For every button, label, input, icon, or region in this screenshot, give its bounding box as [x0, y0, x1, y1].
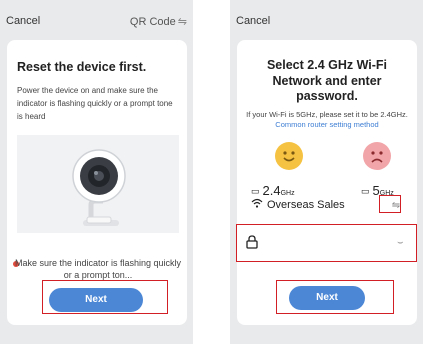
- wifi-icon: [251, 198, 263, 211]
- highlight-next-button: [42, 280, 168, 314]
- qr-code-label: QR Code: [129, 16, 176, 28]
- wifi-network-row[interactable]: Overseas Sales: [251, 198, 345, 211]
- top-bar: Cancel QR Code ⇋: [0, 0, 193, 40]
- band-24-value: 2.4: [262, 183, 281, 198]
- page-title: Reset the device first.: [17, 60, 147, 74]
- cancel-button[interactable]: Cancel: [236, 15, 270, 27]
- wifi-instructions: If your Wi-Fi is 5GHz, please set it to …: [241, 110, 413, 130]
- router-icon: ▭: [251, 186, 260, 196]
- wifi-instructions-text: If your Wi-Fi is 5GHz, please set it to …: [246, 110, 408, 119]
- page-title: Select 2.4 GHz Wi-Fi Network and enter p…: [266, 58, 388, 103]
- camera-illustration: [17, 135, 179, 233]
- highlight-password-field: [236, 224, 417, 262]
- sad-face-icon: [363, 142, 391, 170]
- happy-face-icon: [275, 142, 303, 170]
- swap-icon: ⇋: [177, 16, 187, 28]
- camera-icon: [72, 149, 126, 226]
- instructions-text: Power the device on and make sure the in…: [17, 86, 173, 121]
- indicator-confirm-text[interactable]: Make sure the indicator is flashing quic…: [13, 257, 183, 281]
- wifi-network-name: Overseas Sales: [267, 199, 345, 211]
- band-24-unit: GHz: [280, 190, 295, 197]
- cancel-button[interactable]: Cancel: [6, 15, 40, 27]
- qr-code-button[interactable]: QR Code ⇋: [130, 15, 187, 28]
- highlight-next-button: [276, 280, 394, 314]
- router-icon: ▭: [361, 186, 370, 196]
- highlight-switch-network: [379, 195, 401, 213]
- router-setting-link[interactable]: Common router setting method: [275, 120, 378, 129]
- top-bar: Cancel: [230, 0, 423, 40]
- band-24ghz: ▭ 2.4GHz: [251, 183, 295, 198]
